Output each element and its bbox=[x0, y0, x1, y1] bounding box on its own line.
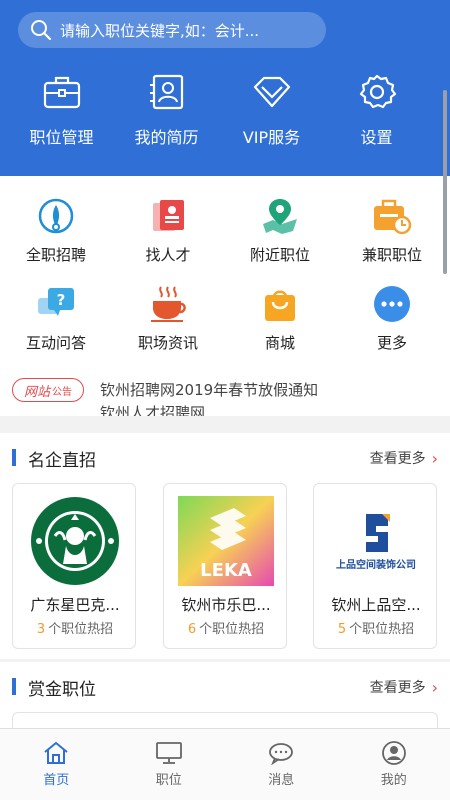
notice-text-next[interactable]: 钦州人才招聘网... bbox=[100, 402, 219, 416]
monitor-icon bbox=[155, 742, 182, 764]
company-job-count: 3 个职位热招 bbox=[36, 622, 114, 637]
company-cards: 广东星巴克... 3 个职位热招 LEKA 钦州市乐巴... 6 个职位热招 上… bbox=[0, 483, 450, 649]
grid-label: 商城 bbox=[264, 334, 295, 352]
search-bar[interactable]: 请输入职位关键字,如：会计... bbox=[18, 12, 326, 48]
header: 请输入职位关键字,如：会计... 职位管理 我的简历 VIP服务 设置 bbox=[0, 0, 450, 176]
svg-text:上品空间装饰公司: 上品空间装饰公司 bbox=[336, 558, 416, 571]
starbucks-logo bbox=[26, 496, 124, 586]
reward-jobs-section: 赏金职位 查看更多 › bbox=[0, 662, 450, 728]
more-icon bbox=[372, 284, 412, 324]
find-talent-icon bbox=[148, 196, 188, 236]
notice-text[interactable]: 钦州招聘网2019年春节放假通知 bbox=[100, 379, 318, 400]
grid-item-nearby[interactable]: 附近职位 bbox=[224, 196, 336, 265]
grid-item-find-talent[interactable]: 找人才 bbox=[112, 196, 224, 265]
nav-jobs[interactable]: 职位 bbox=[113, 729, 226, 800]
grid-label: 找人才 bbox=[145, 246, 191, 264]
view-more-label: 查看更多 bbox=[369, 451, 426, 467]
search-placeholder: 请输入职位关键字,如：会计... bbox=[60, 21, 260, 40]
nav-profile[interactable]: 我的 bbox=[338, 729, 450, 800]
nav-messages[interactable]: 消息 bbox=[225, 729, 338, 800]
view-more-link[interactable]: 查看更多 › bbox=[370, 448, 438, 468]
famous-companies-section: 名企直招 查看更多 › 广东星巴克... 3 个职位热招 LEKA 钦州市乐巴.… bbox=[0, 433, 450, 659]
section-header: 名企直招 查看更多 › bbox=[0, 433, 450, 481]
section-header: 赏金职位 查看更多 › bbox=[0, 662, 450, 710]
grid-item-career-news[interactable]: 职场资讯 bbox=[112, 284, 224, 353]
top-menu-vip[interactable]: VIP服务 bbox=[219, 72, 324, 148]
coffee-icon bbox=[148, 284, 188, 324]
bottom-navigation: 首页 职位 消息 我的 bbox=[0, 728, 450, 800]
notice-badge-main: 网站 bbox=[23, 384, 50, 400]
parttime-icon bbox=[372, 196, 412, 236]
resume-icon bbox=[147, 72, 187, 112]
grid-label: 更多 bbox=[376, 334, 407, 352]
company-card[interactable]: 上品空间装饰公司 钦州上品空... 5 个职位热招 bbox=[313, 483, 437, 649]
grid-item-parttime[interactable]: 兼职职位 bbox=[336, 196, 448, 265]
qa-icon: ? bbox=[36, 284, 76, 324]
top-menu-label: 设置 bbox=[360, 128, 393, 147]
notice-badge-sub: 公告 bbox=[52, 386, 72, 398]
top-menu: 职位管理 我的简历 VIP服务 设置 bbox=[0, 72, 450, 148]
home-icon bbox=[44, 741, 68, 764]
grid-item-fulltime[interactable]: 全职招聘 bbox=[0, 196, 112, 265]
section-accent-bar bbox=[12, 678, 16, 695]
top-menu-my-resume[interactable]: 我的简历 bbox=[114, 72, 219, 148]
user-icon bbox=[381, 741, 406, 765]
section-title: 赏金职位 bbox=[28, 680, 96, 700]
gear-icon bbox=[357, 72, 397, 112]
grid-label: 附近职位 bbox=[249, 246, 310, 264]
nav-label: 首页 bbox=[43, 773, 70, 788]
shangpin-logo: 上品空间装饰公司 bbox=[327, 496, 425, 586]
grid-label: 互动问答 bbox=[25, 334, 86, 352]
nav-label: 消息 bbox=[268, 773, 295, 788]
company-job-count: 5 个职位热招 bbox=[337, 622, 415, 637]
top-menu-settings[interactable]: 设置 bbox=[324, 72, 429, 148]
fulltime-icon bbox=[36, 196, 76, 236]
view-more-link[interactable]: 查看更多 › bbox=[370, 677, 438, 697]
function-grid: 全职招聘 找人才 附近职位 兼职职位 ? 互动问答 职场资讯 商城 更多 bbox=[0, 176, 450, 370]
company-name: 钦州市乐巴... bbox=[181, 596, 271, 614]
message-icon bbox=[269, 743, 294, 765]
company-name: 广东星巴克... bbox=[30, 596, 120, 614]
notice-bar[interactable]: 网站 公告 钦州招聘网2019年春节放假通知 钦州人才招聘网... bbox=[0, 370, 450, 416]
grid-item-mall[interactable]: 商城 bbox=[224, 284, 336, 353]
svg-text:?: ? bbox=[57, 291, 66, 309]
reward-card[interactable] bbox=[12, 712, 438, 728]
section-accent-bar bbox=[12, 449, 16, 466]
grid-label: 职场资讯 bbox=[137, 334, 198, 352]
top-menu-label: 职位管理 bbox=[29, 128, 94, 147]
company-job-count: 6 个职位热招 bbox=[187, 622, 265, 637]
grid-item-qa[interactable]: ? 互动问答 bbox=[0, 284, 112, 353]
notice-badge: 网站 公告 bbox=[12, 378, 84, 402]
grid-item-more[interactable]: 更多 bbox=[336, 284, 448, 353]
svg-text:LEKA: LEKA bbox=[200, 560, 252, 581]
chevron-right-icon: › bbox=[431, 677, 438, 697]
location-icon bbox=[260, 196, 300, 236]
search-icon bbox=[31, 20, 52, 41]
company-card[interactable]: LEKA 钦州市乐巴... 6 个职位热招 bbox=[163, 483, 287, 649]
nav-label: 我的 bbox=[380, 773, 407, 788]
company-card[interactable]: 广东星巴克... 3 个职位热招 bbox=[12, 483, 136, 649]
leka-logo: LEKA bbox=[177, 496, 275, 586]
chevron-right-icon: › bbox=[431, 448, 438, 468]
top-menu-job-management[interactable]: 职位管理 bbox=[9, 72, 114, 148]
top-menu-label: VIP服务 bbox=[242, 128, 301, 147]
nav-label: 职位 bbox=[155, 773, 182, 788]
section-title: 名企直招 bbox=[28, 451, 96, 471]
view-more-label: 查看更多 bbox=[369, 680, 426, 696]
top-menu-label: 我的简历 bbox=[134, 128, 199, 147]
briefcase-icon bbox=[42, 72, 82, 112]
grid-label: 兼职职位 bbox=[361, 246, 422, 264]
scrollbar[interactable] bbox=[443, 90, 447, 274]
company-name: 钦州上品空... bbox=[331, 596, 421, 614]
grid-label: 全职招聘 bbox=[25, 246, 86, 264]
diamond-icon bbox=[252, 72, 292, 112]
nav-home[interactable]: 首页 bbox=[0, 729, 113, 800]
shopping-bag-icon bbox=[260, 284, 300, 324]
